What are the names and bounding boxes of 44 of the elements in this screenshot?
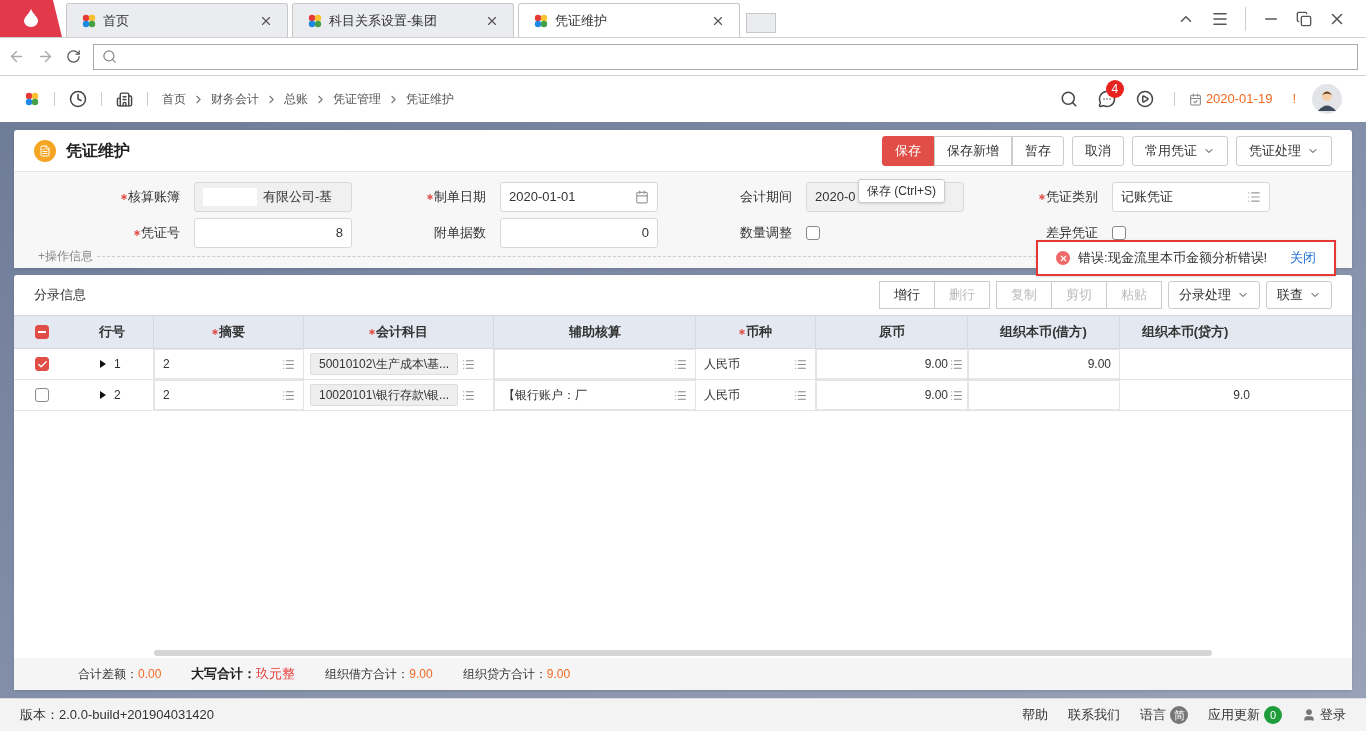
section-title: 分录信息 [34, 286, 86, 305]
field-value: 2020-01-01 [509, 188, 576, 207]
line-number: 2 [114, 387, 121, 404]
field-label: 数量调整 [740, 224, 792, 243]
column-header: 组织本币(借方) [1000, 323, 1087, 342]
error-message: 错误:现金流里本币金额分析错误! [1078, 249, 1268, 268]
column-header: 原币 [878, 323, 905, 342]
total-value: 玖元整 [256, 665, 296, 684]
alert-mark: ! [1292, 90, 1296, 109]
field-value: 记账凭证 [1121, 188, 1173, 207]
column-header: 辅助核算 [568, 323, 621, 342]
tooltip: 保存 (Ctrl+S) [858, 179, 945, 203]
column-header: 币种 [746, 323, 772, 342]
total-value: 9.00 [409, 666, 433, 683]
page-title: 凭证维护 [66, 140, 130, 161]
column-header: 摘要 [219, 323, 245, 342]
total-value: 0.00 [138, 666, 162, 683]
field-label: 核算账簿 [128, 188, 180, 207]
column-header: 组织本币(贷方) [1141, 323, 1229, 342]
notification-count: 4 [1105, 80, 1124, 98]
total-value: 9.00 [546, 666, 571, 683]
field-label: 差异凭证 [1046, 224, 1098, 243]
version-text: 版本：2.0.0-build+201904031420 [20, 706, 215, 725]
field-value: 8 [335, 224, 343, 243]
status-badge: 0 [1264, 706, 1282, 724]
line-number: 1 [114, 356, 121, 373]
field-label: 制单日期 [434, 188, 486, 207]
column-header: 会计科目 [376, 323, 428, 342]
field-label: 凭证号 [141, 224, 180, 243]
total-label: 大写合计： [191, 665, 257, 684]
field-label: 附单据数 [434, 224, 486, 243]
tab-title: 凭证维护 [555, 11, 608, 30]
total-label: 合计差额： [78, 666, 138, 683]
tab-title: 科目关系设置-集团 [329, 11, 439, 30]
field-value: 2020-0 [815, 188, 856, 207]
field-label: 会计期间 [740, 188, 792, 207]
tab-title: 首页 [103, 11, 130, 30]
column-header: 行号 [98, 323, 125, 342]
field-value: 有限公司-基 [263, 188, 333, 207]
field-label: 凭证类别 [1046, 188, 1098, 207]
total-label: 组织借方合计： [325, 666, 410, 683]
status-badge: 简 [1170, 706, 1188, 724]
total-label: 组织贷方合计： [462, 666, 547, 683]
field-value: 0 [641, 224, 649, 243]
